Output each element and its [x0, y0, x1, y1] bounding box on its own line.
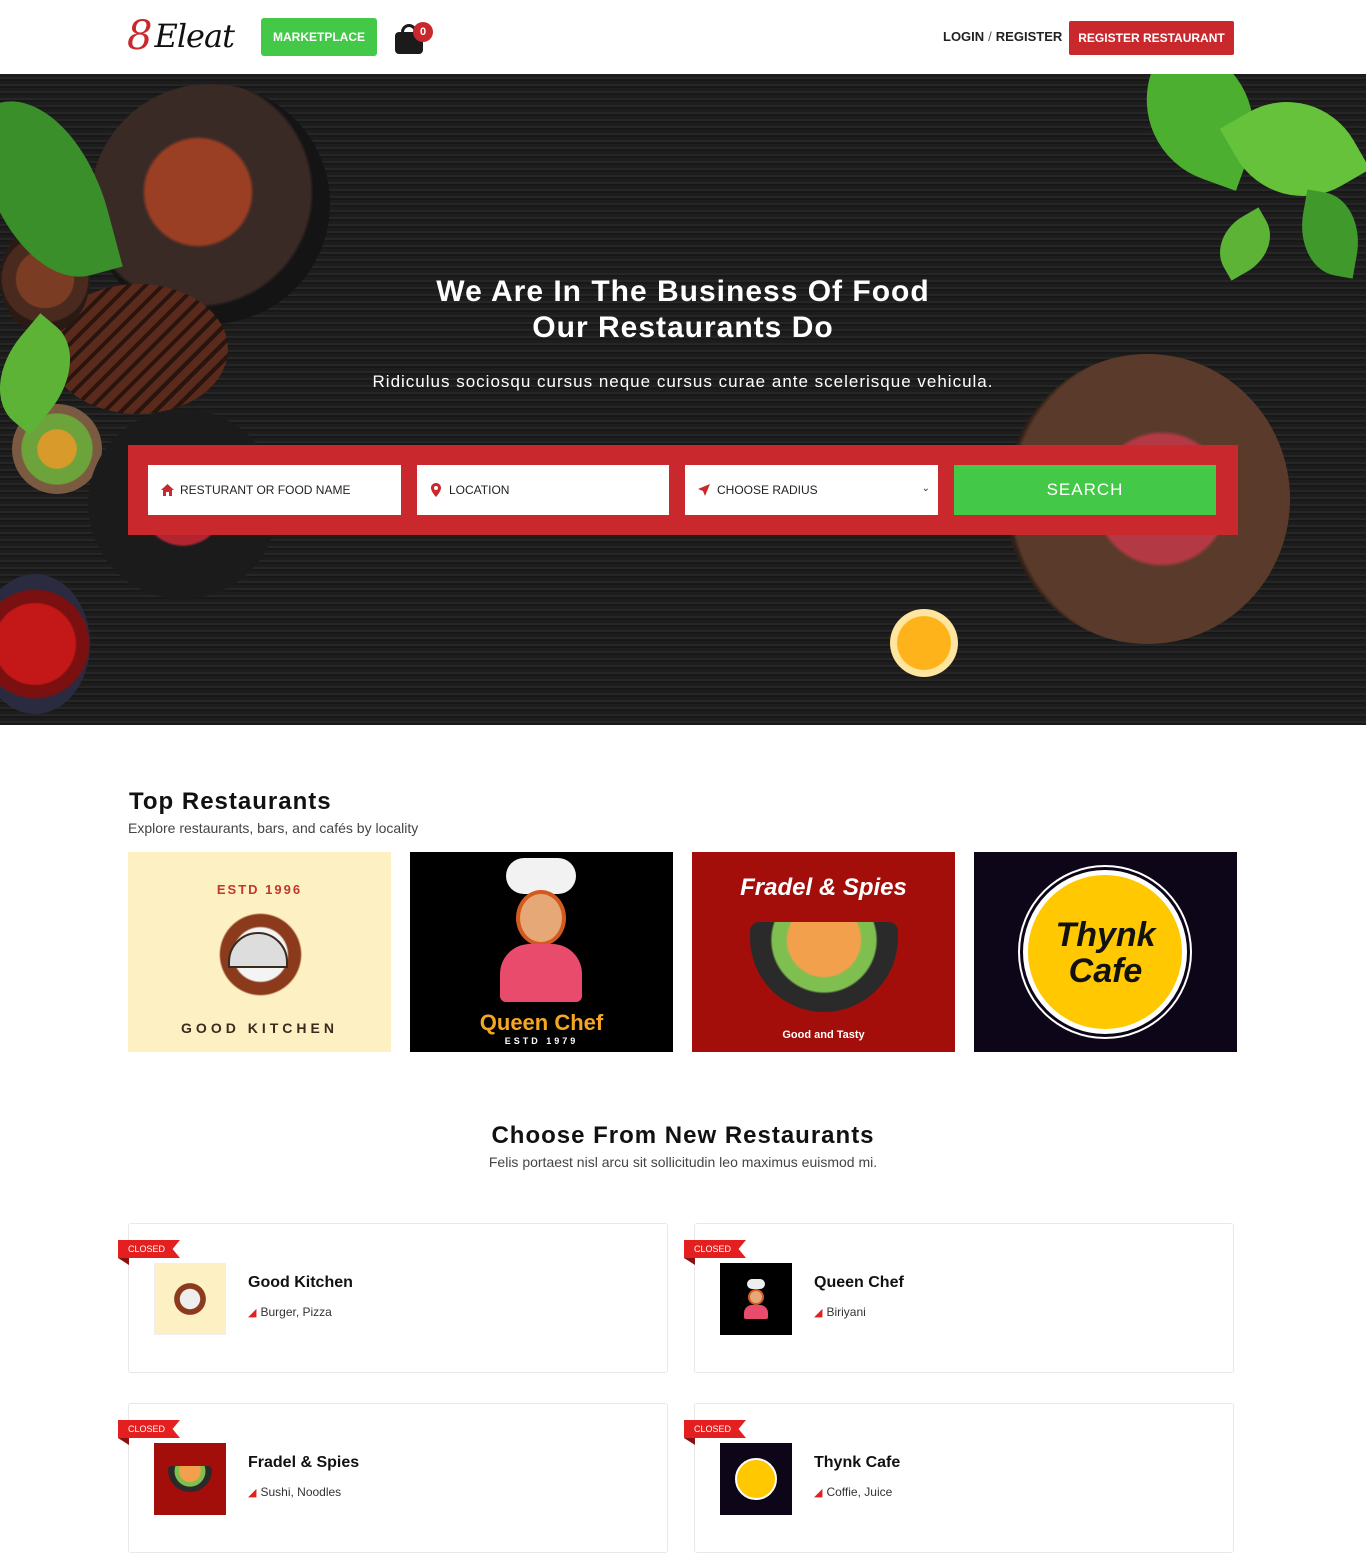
top-card-line-1: Thynk: [1055, 916, 1156, 954]
top-restaurant-card-queen-chef[interactable]: Queen Chef ESTD 1979: [410, 852, 673, 1052]
top-restaurants-title: Top Restaurants: [129, 788, 332, 815]
cart-count-badge: 0: [413, 22, 433, 42]
cuisine-tags: Sushi, Noodles: [260, 1485, 342, 1499]
queen-chef-thumb-face: [748, 1289, 764, 1305]
top-card-line-2: ESTD 1979: [504, 1036, 579, 1046]
restaurant-thumbnail: [154, 1263, 226, 1335]
closed-badge: CLOSED: [684, 1420, 746, 1438]
hero-subtitle: Ridiculus sociosqu cursus neque cursus c…: [372, 372, 994, 391]
chef-hat-icon: [506, 858, 576, 894]
restaurant-name[interactable]: Thynk Cafe: [814, 1454, 900, 1472]
restaurant-thumbnail: [720, 1443, 792, 1515]
fradel-spies-thumb-bowl: [168, 1466, 212, 1492]
leaf-decoration: [1293, 189, 1366, 279]
pizza-slice-icon: ◢: [814, 1486, 823, 1499]
chevron-down-icon: ⌄: [921, 483, 930, 494]
navigation-arrow-icon: [697, 483, 711, 497]
restaurant-card-good-kitchen[interactable]: CLOSED Good Kitchen ◢ Burger, Pizza: [118, 1223, 668, 1373]
search-bar: RESTURANT OR FOOD NAME LOCATION CHOOSE R…: [128, 445, 1238, 535]
restaurant-cuisines: ◢ Coffie, Juice: [814, 1485, 892, 1499]
queen-chef-thumb-body: [744, 1305, 768, 1319]
hero-title-line-1: We Are In The Business Of Food: [436, 275, 930, 308]
pizza-slice-icon: ◢: [248, 1306, 257, 1319]
marketplace-button[interactable]: MARKETPLACE: [261, 18, 377, 56]
closed-badge: CLOSED: [684, 1240, 746, 1258]
chili-bowl-image: [0, 574, 90, 714]
cuisine-tags: Biriyani: [826, 1305, 866, 1319]
restaurant-name-placeholder: RESTURANT OR FOOD NAME: [180, 483, 351, 497]
orange-slice-image: [890, 609, 958, 677]
logo-word: Eleat: [154, 17, 234, 55]
register-restaurant-button[interactable]: REGISTER RESTAURANT: [1069, 21, 1234, 55]
site-logo[interactable]: 8 Eleat: [127, 13, 235, 59]
restaurant-name[interactable]: Good Kitchen: [248, 1274, 353, 1292]
top-card-line-1: Fradel & Spies: [740, 874, 907, 901]
noodle-bowl-icon: [750, 922, 898, 1012]
restaurant-card-queen-chef[interactable]: CLOSED Queen Chef ◢ Biriyani: [684, 1223, 1234, 1373]
new-restaurants-title: Choose From New Restaurants: [491, 1122, 875, 1149]
map-pin-icon: [429, 483, 443, 497]
top-restaurant-card-good-kitchen[interactable]: ESTD 1996 GOOD KITCHEN: [128, 852, 391, 1052]
new-restaurants-subtitle: Felis portaest nisl arcu sit sollicitudi…: [488, 1154, 878, 1170]
hero-title: We Are In The Business Of Food Our Resta…: [0, 274, 1366, 346]
register-link[interactable]: REGISTER: [996, 29, 1062, 44]
restaurant-name-input[interactable]: RESTURANT OR FOOD NAME: [148, 465, 401, 515]
top-restaurants-subtitle: Explore restaurants, bars, and cafés by …: [128, 820, 419, 836]
top-card-line-2: GOOD KITCHEN: [181, 1020, 338, 1036]
top-card-line-2: Cafe: [1068, 952, 1143, 990]
restaurant-cuisines: ◢ Biriyani: [814, 1305, 866, 1319]
ribbon-fold: [684, 1438, 695, 1445]
restaurant-name[interactable]: Fradel & Spies: [248, 1454, 359, 1472]
thynk-cafe-thumb-logo: [735, 1458, 777, 1500]
restaurant-cuisines: ◢ Sushi, Noodles: [248, 1485, 341, 1499]
top-card-line-2: Good and Tasty: [782, 1029, 865, 1041]
search-button[interactable]: SEARCH: [954, 465, 1216, 515]
radius-select[interactable]: CHOOSE RADIUS ⌄: [685, 465, 938, 515]
cuisine-tags: Coffie, Juice: [826, 1485, 893, 1499]
chef-face-icon: [516, 890, 566, 946]
top-card-line-1: ESTD 1996: [216, 882, 303, 897]
ribbon-fold: [118, 1438, 129, 1445]
auth-links: LOGIN / REGISTER: [943, 29, 1062, 44]
chef-body-icon: [500, 944, 582, 1002]
cart-button[interactable]: 0: [395, 22, 433, 54]
top-restaurant-card-fradel-spies[interactable]: Fradel & Spies Good and Tasty: [692, 852, 955, 1052]
restaurant-thumbnail: [154, 1443, 226, 1515]
restaurant-thumbnail: [720, 1263, 792, 1335]
auth-separator: /: [988, 29, 992, 44]
restaurant-cuisines: ◢ Burger, Pizza: [248, 1305, 332, 1319]
cuisine-tags: Burger, Pizza: [260, 1305, 332, 1319]
login-link[interactable]: LOGIN: [943, 29, 984, 44]
radius-placeholder: CHOOSE RADIUS: [717, 483, 818, 497]
location-input[interactable]: LOCATION: [417, 465, 669, 515]
leaf-decoration: [1206, 207, 1284, 281]
pizza-slice-icon: ◢: [248, 1486, 257, 1499]
pizza-slice-icon: ◢: [814, 1306, 823, 1319]
top-card-line-1: Queen Chef: [479, 1010, 604, 1035]
good-kitchen-thumb-logo: [170, 1279, 210, 1319]
top-restaurant-card-thynk-cafe[interactable]: Thynk Cafe: [974, 852, 1237, 1052]
queen-chef-thumb-logo: [747, 1279, 765, 1289]
ribbon-fold: [118, 1258, 129, 1265]
ribbon-fold: [684, 1258, 695, 1265]
restaurant-card-fradel-spies[interactable]: CLOSED Fradel & Spies ◢ Sushi, Noodles: [118, 1403, 668, 1553]
closed-badge: CLOSED: [118, 1240, 180, 1258]
location-placeholder: LOCATION: [449, 483, 510, 497]
restaurant-name[interactable]: Queen Chef: [814, 1274, 904, 1292]
restaurant-card-thynk-cafe[interactable]: CLOSED Thynk Cafe ◢ Coffie, Juice: [684, 1403, 1234, 1553]
closed-badge: CLOSED: [118, 1420, 180, 1438]
site-header: 8 Eleat MARKETPLACE 0 LOGIN / REGISTER R…: [0, 0, 1366, 74]
hero-banner: We Are In The Business Of Food Our Resta…: [0, 74, 1366, 725]
logo-mark: 8: [127, 13, 153, 59]
home-icon: [160, 483, 174, 497]
hero-title-line-2: Our Restaurants Do: [532, 311, 834, 344]
